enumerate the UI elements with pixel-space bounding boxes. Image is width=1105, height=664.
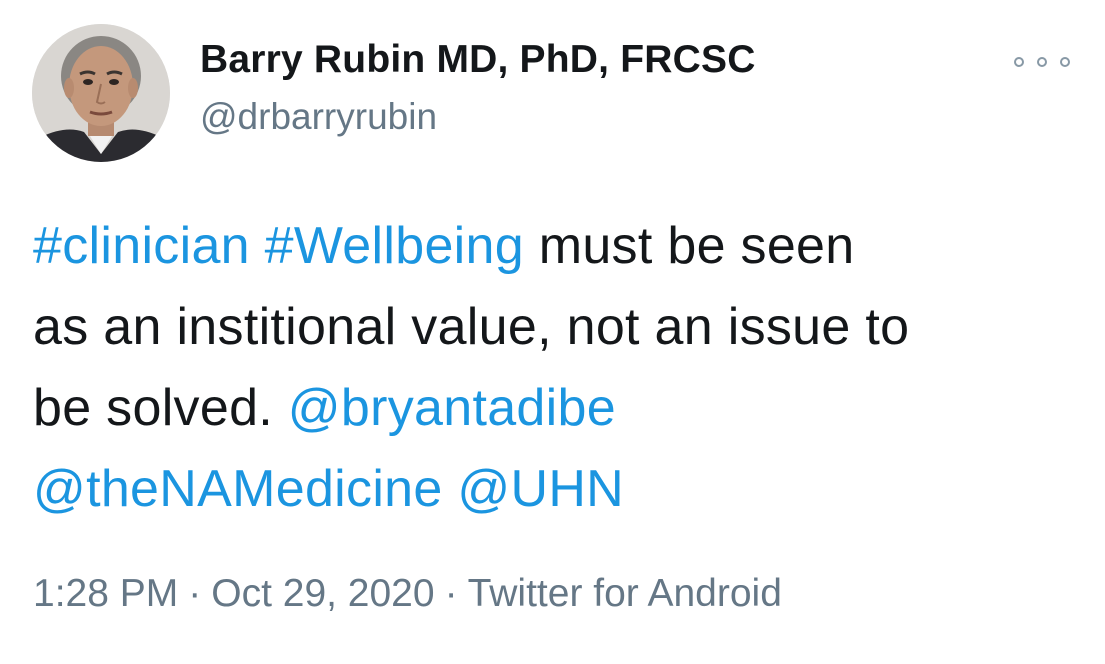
tweet-line: #clinician #Wellbeing must be seen [33,206,1073,287]
profile-photo-icon[interactable] [32,24,170,162]
tweet-source[interactable]: Twitter for Android [468,572,782,615]
tweet-meta: 1:28 PM · Oct 29, 2020 · Twitter for Android [33,572,782,616]
author-handle[interactable]: @drbarryrubin [200,96,437,138]
tweet-line: @theNAMedicine @UHN [33,449,1073,530]
tweet-time[interactable]: 1:28 PM [33,572,178,615]
tweet-text-segment: must be seen [538,217,855,275]
tweet-text: #clinician #Wellbeing must be seen as an… [33,206,1073,530]
tweet-card: Barry Rubin MD, PhD, FRCSC @drbarryrubin… [0,0,1105,664]
more-dot [1037,57,1047,67]
more-dot [1060,57,1070,67]
mention-link[interactable]: @bryantadibe [288,379,616,437]
meta-separator: · [444,572,458,615]
tweet-text-segment: as an institional value, not an issue to [33,298,910,356]
tweet-text-segment: be solved. [33,379,274,437]
hashtag-link[interactable]: #Wellbeing [265,217,524,275]
more-dot [1014,57,1024,67]
meta-separator: · [188,572,202,615]
mention-link[interactable]: @theNAMedicine [33,460,443,518]
hashtag-link[interactable]: #clinician [33,217,250,275]
tweet-line: be solved. @bryantadibe [33,368,1073,449]
mention-link[interactable]: @UHN [457,460,624,518]
more-options-icon[interactable] [1014,50,1070,74]
tweet-line: as an institional value, not an issue to [33,287,1073,368]
tweet-date[interactable]: Oct 29, 2020 [211,572,434,615]
author-name[interactable]: Barry Rubin MD, PhD, FRCSC [200,38,756,82]
